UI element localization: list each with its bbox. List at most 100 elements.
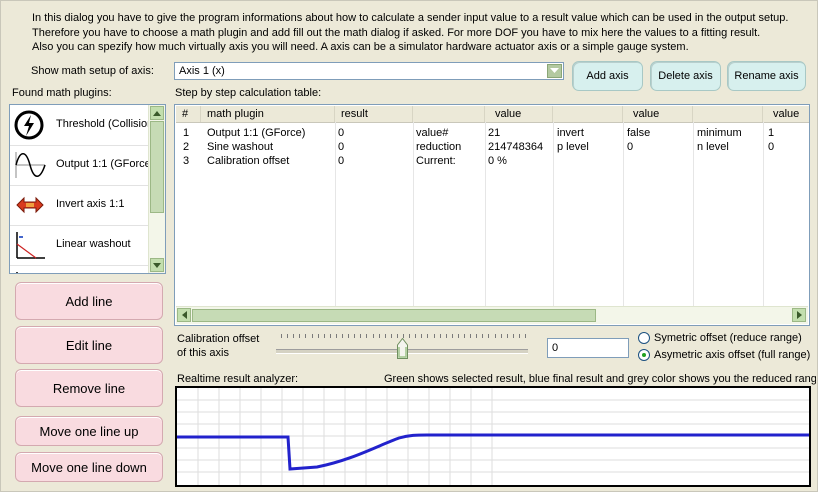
slider-tick (354, 334, 356, 338)
move-line-down-label: Move one line down (31, 459, 147, 475)
sine-wave-icon (14, 150, 46, 180)
column-header[interactable] (693, 106, 763, 122)
grid-line (693, 122, 694, 312)
calculation-table[interactable]: # math plugin result value value value 1… (174, 104, 810, 326)
plugin-item-label: Threshold (Collision) (56, 118, 157, 130)
column-header[interactable] (553, 106, 623, 122)
plugin-item-output[interactable]: Output 1:1 (GForce) (10, 145, 154, 186)
column-header[interactable]: value (623, 106, 693, 122)
plugin-list-scrollbar[interactable] (148, 105, 165, 273)
grid-line (413, 122, 414, 312)
result-analyzer-graph (175, 386, 811, 487)
table-cell: 214748364 (488, 141, 544, 153)
plugin-item-partial[interactable] (10, 265, 150, 273)
grid-line (623, 122, 624, 312)
intro-line: Also you can spezify how much virtually … (32, 41, 689, 53)
table-cell: 3 (183, 155, 190, 167)
scroll-thumb[interactable] (192, 309, 596, 322)
table-cell: n level (697, 141, 729, 153)
table-cell: value# (416, 127, 449, 139)
table-cell: minimum (697, 127, 742, 139)
plugin-item-invert[interactable]: Invert axis 1:1 (10, 185, 150, 226)
scroll-right-icon[interactable] (792, 308, 806, 322)
plugin-item-label: Invert axis 1:1 (56, 198, 125, 210)
column-header[interactable]: value (485, 106, 553, 122)
slider-tick (464, 334, 465, 338)
plugin-item-label: Linear washout (56, 238, 131, 250)
grid-line (553, 122, 554, 312)
plugins-label: Found math plugins: (12, 87, 112, 99)
slider-tick (329, 334, 331, 338)
column-header[interactable]: result (335, 106, 413, 122)
symmetric-offset-label[interactable]: Symetric offset (reduce range) (654, 332, 802, 344)
slider-tick (378, 334, 380, 338)
remove-line-button[interactable]: Remove line (15, 369, 163, 407)
slider-tick (415, 334, 417, 338)
slider-tick (488, 334, 490, 338)
move-line-up-label: Move one line up (39, 423, 139, 439)
column-header[interactable]: math plugin (201, 106, 335, 122)
slider-tick (281, 334, 282, 338)
slider-tick (512, 334, 514, 338)
add-axis-button[interactable]: Add axis (572, 61, 643, 91)
column-header[interactable]: value (763, 106, 809, 122)
slider-thumb[interactable] (397, 337, 408, 359)
axis-select[interactable]: Axis 1 (x) (174, 62, 564, 80)
symmetric-offset-radio[interactable] (638, 332, 650, 344)
plugin-item-threshold[interactable]: Threshold (Collision) (10, 105, 157, 146)
add-line-button[interactable]: Add line (15, 282, 163, 320)
slider-tick (506, 334, 508, 338)
slider-tick (476, 334, 478, 338)
chevron-down-icon[interactable] (547, 64, 562, 78)
analyzer-plot (177, 388, 809, 485)
slider-tick (299, 334, 301, 338)
asymmetric-offset-label[interactable]: Asymetric axis offset (full range) (654, 349, 810, 361)
slider-tick (335, 334, 337, 338)
scroll-thumb[interactable] (150, 121, 164, 213)
move-line-down-button[interactable]: Move one line down (15, 452, 163, 482)
edit-line-button[interactable]: Edit line (15, 326, 163, 364)
table-scrollbar[interactable] (176, 306, 808, 324)
slider-tick (482, 334, 484, 338)
table-cell: Output 1:1 (GForce) (207, 127, 306, 139)
linear-washout-icon (14, 230, 46, 260)
scroll-left-icon[interactable] (177, 308, 191, 322)
table-cell: reduction (416, 141, 462, 153)
table-cell: 0 % (488, 155, 507, 167)
scroll-down-icon[interactable] (150, 258, 164, 272)
slider-tick (323, 334, 325, 338)
slider-tick (366, 334, 368, 338)
analyzer-legend-text: Green shows selected result, blue final … (384, 373, 816, 385)
asymmetric-offset-radio[interactable] (638, 349, 650, 361)
rename-axis-button[interactable]: Rename axis (727, 61, 806, 91)
slider-tick (372, 334, 374, 338)
column-header[interactable]: # (176, 106, 201, 122)
slider-tick (390, 334, 392, 338)
table-cell: 2 (183, 141, 190, 153)
axis-select-value: Axis 1 (x) (179, 65, 225, 77)
grid-line (335, 122, 336, 312)
axis-select-label: Show math setup of axis: (31, 65, 154, 77)
slider-tick (421, 334, 423, 338)
table-cell: 1 (768, 127, 775, 139)
slider-tick (451, 334, 453, 338)
calibration-label: Calibration offset (177, 333, 260, 345)
plugin-item-linear-washout[interactable]: Linear washout (10, 225, 150, 266)
slider-tick (500, 334, 502, 338)
slider-tick (384, 334, 386, 338)
move-line-up-button[interactable]: Move one line up (15, 416, 163, 446)
delete-axis-button[interactable]: Delete axis (650, 61, 721, 91)
scroll-up-icon[interactable] (150, 106, 164, 120)
delete-axis-label: Delete axis (658, 70, 713, 82)
grid-line (763, 122, 764, 312)
plugin-partial-icon (14, 270, 46, 273)
column-header[interactable] (413, 106, 485, 122)
slider-tick (445, 334, 447, 338)
table-cell: p level (557, 141, 589, 153)
slider-tick (311, 334, 313, 338)
slider-tick (287, 334, 289, 338)
plugin-list[interactable]: Threshold (Collision) Output 1:1 (GForce… (9, 104, 166, 274)
result-line (177, 433, 809, 471)
calibration-offset-input[interactable]: 0 (547, 338, 629, 358)
table-cell: 1 (183, 127, 190, 139)
